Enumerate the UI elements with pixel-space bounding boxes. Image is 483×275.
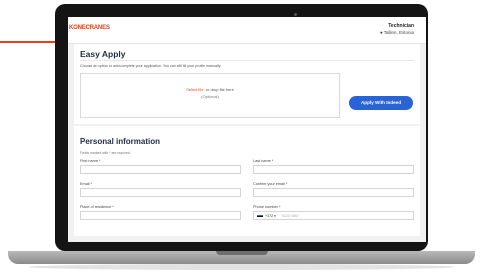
confirm-email-label: Confirm your email * [253, 182, 288, 186]
email-input[interactable] [80, 188, 241, 197]
company-logo[interactable]: KONECRANES [69, 25, 110, 31]
phone-number-input[interactable] [282, 212, 407, 219]
required-fields-note: Fields marked with * are required. [80, 151, 131, 155]
laptop-shadow [28, 264, 455, 270]
location-pin-icon: ● [380, 30, 383, 35]
apply-with-indeed-button[interactable]: Apply With Indeed [349, 96, 413, 110]
laptop-screen: KONECRANES Technician ●Tallinn, Estonia … [68, 17, 426, 242]
laptop-base-notch [216, 251, 268, 255]
email-label: Email * [80, 182, 93, 186]
easy-apply-description: Choose an option to autocomplete your ap… [80, 64, 222, 68]
job-location-text: Tallinn, Estonia [383, 30, 414, 35]
dropzone-text: or drop file here [205, 87, 234, 92]
job-location: ●Tallinn, Estonia [380, 30, 414, 35]
select-file-link[interactable]: Select file, [186, 87, 204, 92]
flag-estonia-icon[interactable] [257, 214, 263, 218]
country-dial-code[interactable]: +372 ▾ [265, 214, 276, 218]
place-of-residence-input[interactable] [80, 211, 241, 220]
personal-information-title: Personal information [80, 137, 161, 146]
first-name-label: First name * [80, 159, 101, 163]
phone-number-field: +372 ▾ [253, 211, 414, 220]
easy-apply-title: Easy Apply [80, 49, 126, 59]
last-name-label: Last name * [253, 159, 274, 163]
first-name-input[interactable] [80, 165, 241, 174]
personal-information-card: Personal information Fields marked with … [74, 126, 420, 236]
dial-code-text: +372 [265, 213, 274, 218]
confirm-email-input[interactable] [253, 188, 414, 197]
easy-apply-card: Easy Apply Choose an option to autocompl… [74, 44, 420, 124]
dropzone-prompt: Select file, or drop file here [81, 87, 339, 92]
resume-dropzone[interactable]: Select file, or drop file here (Optional… [80, 73, 340, 118]
chevron-down-icon: ▾ [274, 213, 276, 218]
easy-apply-divider [80, 60, 414, 61]
dropzone-optional: (Optional) [201, 94, 219, 99]
webcam [294, 13, 297, 16]
last-name-input[interactable] [253, 165, 414, 174]
place-of-residence-label: Place of residence * [80, 205, 114, 209]
phone-number-label: Phone number * [253, 205, 281, 209]
job-title: Technician [388, 23, 414, 29]
site-header: KONECRANES Technician ●Tallinn, Estonia [68, 17, 426, 44]
